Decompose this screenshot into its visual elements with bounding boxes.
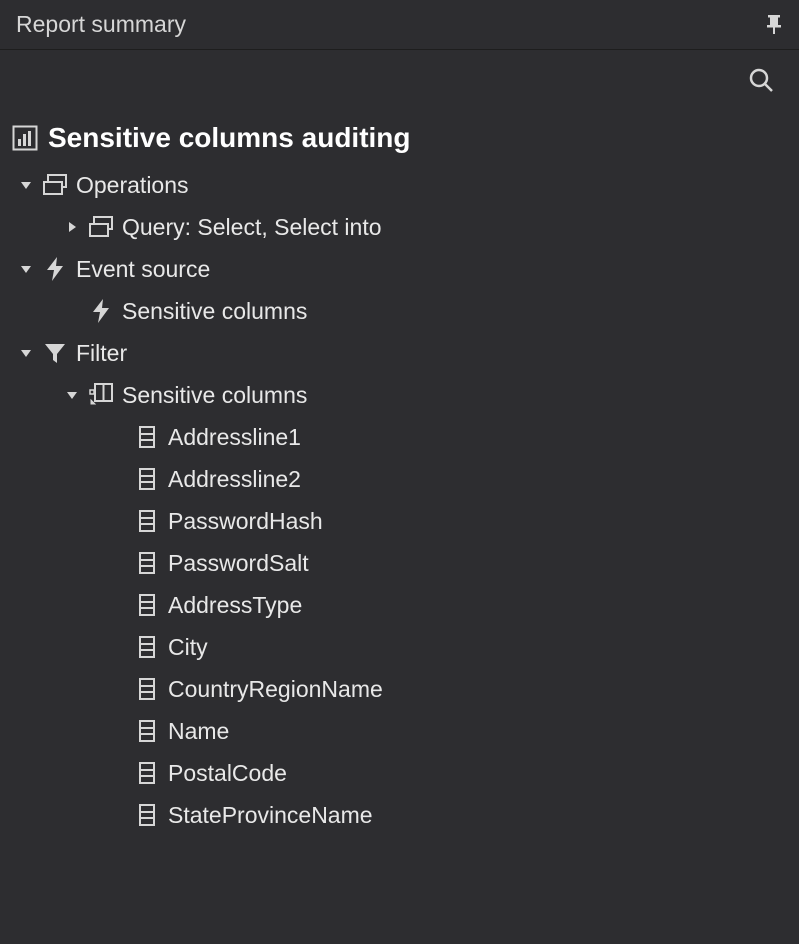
tree-node-filter[interactable]: Filter <box>12 332 787 374</box>
column-icon <box>134 592 160 618</box>
column-label: Addressline1 <box>168 424 301 451</box>
tree-node-label: Operations <box>76 172 189 199</box>
tree-leaf-column[interactable]: Addressline1 <box>12 416 787 458</box>
tree-leaf-column[interactable]: CountryRegionName <box>12 668 787 710</box>
filter-icon <box>42 340 68 366</box>
panel-titlebar: Report summary <box>0 0 799 50</box>
column-icon <box>134 802 160 828</box>
panel-title: Report summary <box>16 11 186 38</box>
event-icon <box>88 298 114 324</box>
tree-leaf-column[interactable]: StateProvinceName <box>12 794 787 836</box>
report-icon <box>12 125 38 151</box>
report-summary-panel: Report summary <box>0 0 799 944</box>
tree-node-sensitive-columns-event[interactable]: Sensitive columns <box>12 290 787 332</box>
tree-node-label: Sensitive columns <box>122 298 307 325</box>
column-icon <box>134 550 160 576</box>
tree-node-event-source[interactable]: Event source <box>12 248 787 290</box>
report-root[interactable]: Sensitive columns auditing <box>12 118 787 158</box>
tree-leaf-column[interactable]: City <box>12 626 787 668</box>
column-icon <box>134 676 160 702</box>
column-label: Name <box>168 718 229 745</box>
tree-leaf-column[interactable]: PasswordHash <box>12 500 787 542</box>
expand-icon[interactable] <box>18 261 34 277</box>
tree-leaf-column[interactable]: PasswordSalt <box>12 542 787 584</box>
column-icon <box>134 466 160 492</box>
column-label: StateProvinceName <box>168 802 373 829</box>
pin-icon[interactable] <box>765 14 783 36</box>
tree-node-label: Query: Select, Select into <box>122 214 382 241</box>
column-label: PostalCode <box>168 760 287 787</box>
operations-icon <box>42 172 68 198</box>
expand-icon[interactable] <box>64 387 80 403</box>
tree-leaf-column[interactable]: Addressline2 <box>12 458 787 500</box>
expand-icon[interactable] <box>18 345 34 361</box>
column-label: PasswordSalt <box>168 550 309 577</box>
tree-node-label: Sensitive columns <box>122 382 307 409</box>
report-title: Sensitive columns auditing <box>48 122 411 154</box>
tree-content: Sensitive columns auditing Operations <box>0 110 799 844</box>
column-label: AddressType <box>168 592 302 619</box>
tree-node-label: Event source <box>76 256 210 283</box>
tree-node-label: Filter <box>76 340 127 367</box>
tree-node-sensitive-columns-filter[interactable]: Sensitive columns <box>12 374 787 416</box>
search-bar <box>0 50 799 110</box>
tree-node-query[interactable]: Query: Select, Select into <box>12 206 787 248</box>
expand-icon[interactable] <box>18 177 34 193</box>
tree-leaf-column[interactable]: Name <box>12 710 787 752</box>
column-icon <box>134 508 160 534</box>
tree-leaf-column[interactable]: AddressType <box>12 584 787 626</box>
column-icon <box>134 634 160 660</box>
column-label: CountryRegionName <box>168 676 383 703</box>
columns-group-icon <box>88 382 114 408</box>
column-icon <box>134 760 160 786</box>
event-icon <box>42 256 68 282</box>
tree-leaf-column[interactable]: PostalCode <box>12 752 787 794</box>
query-icon <box>88 214 114 240</box>
search-icon[interactable] <box>747 66 775 94</box>
column-icon <box>134 718 160 744</box>
column-icon <box>134 424 160 450</box>
column-label: City <box>168 634 208 661</box>
column-label: PasswordHash <box>168 508 323 535</box>
collapse-icon[interactable] <box>64 219 80 235</box>
column-label: Addressline2 <box>168 466 301 493</box>
tree-node-operations[interactable]: Operations <box>12 164 787 206</box>
